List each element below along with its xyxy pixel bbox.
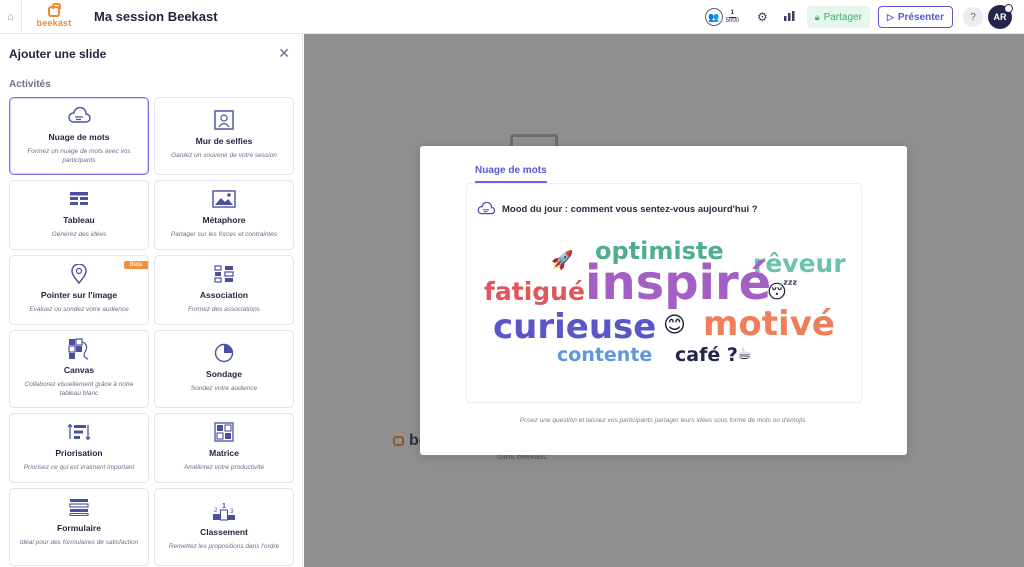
card-name: Classement [200, 527, 248, 537]
top-bar: ⌂ beekast Ma session Beekast 👥 1 5000 ⚙ … [0, 0, 1024, 34]
selfie-icon [214, 110, 234, 130]
stats-icon[interactable] [783, 10, 795, 24]
card-name: Sondage [206, 369, 242, 379]
topbar-actions: 👥 1 5000 ⚙ 🔒︎ Partager ▷ Présenter ? AR [704, 4, 1013, 29]
card-desc: Collaborez visuellement grâce à notre ta… [24, 381, 134, 397]
participants-icon: 👥 [704, 8, 723, 26]
gear-icon[interactable]: ⚙ [757, 10, 768, 24]
podium-icon: 12 3 [212, 501, 236, 521]
activity-card-pointer-sur-image[interactable]: Beta Pointer sur l'image Evaluez ou sond… [9, 255, 149, 325]
card-desc: Générez des idées [51, 231, 107, 238]
activity-card-classement[interactable]: 12 3 Classement Remettez les propositions… [154, 488, 294, 566]
close-icon[interactable]: ✕ [278, 45, 290, 62]
image-icon [212, 189, 236, 209]
word-cloud-preview: Mood du jour : comment vous sentez-vous … [466, 183, 862, 403]
participants-count: 1 5000 [726, 10, 739, 25]
activity-card-matrice[interactable]: Matrice Améliorez votre productivité [154, 413, 294, 483]
participants-current: 1 [728, 9, 736, 18]
beta-badge: Beta [123, 261, 148, 269]
rocket-emoji: 🚀 [551, 250, 574, 271]
table-icon [69, 189, 89, 209]
card-desc: Formez des associations [188, 306, 260, 313]
card-name: Nuage de mots [48, 132, 110, 142]
smile-emoji: 😊 [663, 313, 686, 338]
coffee-emoji: ☕ [737, 344, 753, 364]
logo-mark [48, 2, 61, 17]
word-cloud: optimiste rêveur fatigué inspiré curieus… [467, 184, 863, 404]
svg-text:2: 2 [214, 508, 218, 514]
activity-card-nuage-de-mots[interactable]: Nuage de mots Formez un nuage de mots av… [9, 97, 149, 175]
avatar[interactable]: AR [988, 4, 1013, 29]
word-curieuse: curieuse [493, 307, 657, 347]
card-name: Métaphore [202, 215, 246, 225]
modal-caption: Posez une question et laissez vos partic… [519, 417, 808, 424]
share-button[interactable]: 🔒︎ Partager [806, 6, 870, 28]
activity-card-mur-de-selfies[interactable]: Mur de selfies Gardez un souvenir de vot… [154, 97, 294, 175]
card-desc: Partager sur les forces et contraintes [170, 231, 278, 238]
word-contente: contente [557, 344, 653, 366]
add-slide-panel: Ajouter une slide ✕ Activités Nuage de m… [0, 34, 303, 567]
card-name: Mur de selfies [195, 136, 253, 146]
logo-text: beekast [36, 17, 72, 28]
form-icon [69, 497, 89, 517]
card-name: Association [199, 290, 249, 300]
help-button[interactable]: ? [963, 7, 983, 27]
svg-text:1: 1 [222, 503, 226, 510]
sort-icon [67, 422, 91, 442]
beekast-logo[interactable]: beekast [36, 2, 72, 28]
panel-title: Ajouter une slide [9, 47, 107, 61]
activity-preview-modal: Nuage de mots Mood du jour : comment vou… [420, 146, 907, 455]
activity-card-canvas[interactable]: Canvas Collaborez visuellement grâce à n… [9, 330, 149, 408]
present-button[interactable]: ▷ Présenter [877, 6, 953, 28]
participants-max: 5000 [725, 17, 740, 24]
card-desc: Gardez un souvenir de votre session [171, 152, 277, 159]
activity-card-association[interactable]: Association Formez des associations [154, 255, 294, 325]
card-desc: Evaluez ou sondez votre audience [29, 306, 129, 313]
matrix-icon [214, 422, 234, 442]
card-name: Formulaire [57, 523, 101, 533]
activity-card-sondage[interactable]: Sondage Sondez votre audience [154, 330, 294, 408]
card-name: Canvas [63, 365, 95, 375]
card-name: Tableau [63, 215, 95, 225]
card-desc: Sondez votre audience [190, 385, 258, 392]
home-icon[interactable]: ⌂ [0, 0, 22, 34]
pie-icon [214, 343, 234, 363]
participants-counter[interactable]: 👥 1 5000 [704, 8, 739, 26]
sleepy-emoji: 😴 [767, 281, 798, 303]
pin-icon [70, 264, 88, 284]
card-desc: Remettez les propositions dans l'ordre [168, 543, 280, 550]
word-fatigue: fatigué [484, 277, 585, 306]
card-name: Pointer sur l'image [40, 290, 118, 300]
activity-card-tableau[interactable]: Tableau Générez des idées [9, 180, 149, 250]
word-cafe: café ? [675, 344, 738, 366]
activity-card-metaphore[interactable]: Métaphore Partager sur les forces et con… [154, 180, 294, 250]
background-logo-mark [393, 436, 404, 446]
card-desc: Priorisez ce qui est vraiment important [23, 464, 135, 471]
session-title[interactable]: Ma session Beekast [94, 9, 218, 24]
tab-nuage-de-mots[interactable]: Nuage de mots [475, 165, 547, 183]
word-inspire: inspiré [585, 255, 772, 311]
present-label: Présenter [897, 11, 944, 23]
card-name: Matrice [209, 448, 239, 458]
section-label: Activités [9, 79, 51, 90]
play-icon: ▷ [886, 11, 894, 22]
activity-card-formulaire[interactable]: Formulaire Idéal pour des formulaires de… [9, 488, 149, 566]
card-desc: Idéal pour des formulaires de satisfacti… [19, 539, 139, 546]
cloud-icon [67, 106, 91, 126]
lock-icon: 🔒︎ [814, 11, 820, 22]
svg-text:3: 3 [230, 509, 234, 515]
card-name: Priorisation [55, 448, 103, 458]
activity-card-priorisation[interactable]: Priorisation Priorisez ce qui est vraime… [9, 413, 149, 483]
card-desc: Améliorez votre productivité [183, 464, 265, 471]
canvas-icon [68, 338, 90, 360]
card-desc: Formez un nuage de mots avec vos partici… [27, 148, 131, 164]
word-motive: motivé [703, 304, 835, 344]
association-icon [214, 264, 234, 284]
share-label: Partager [823, 11, 862, 23]
